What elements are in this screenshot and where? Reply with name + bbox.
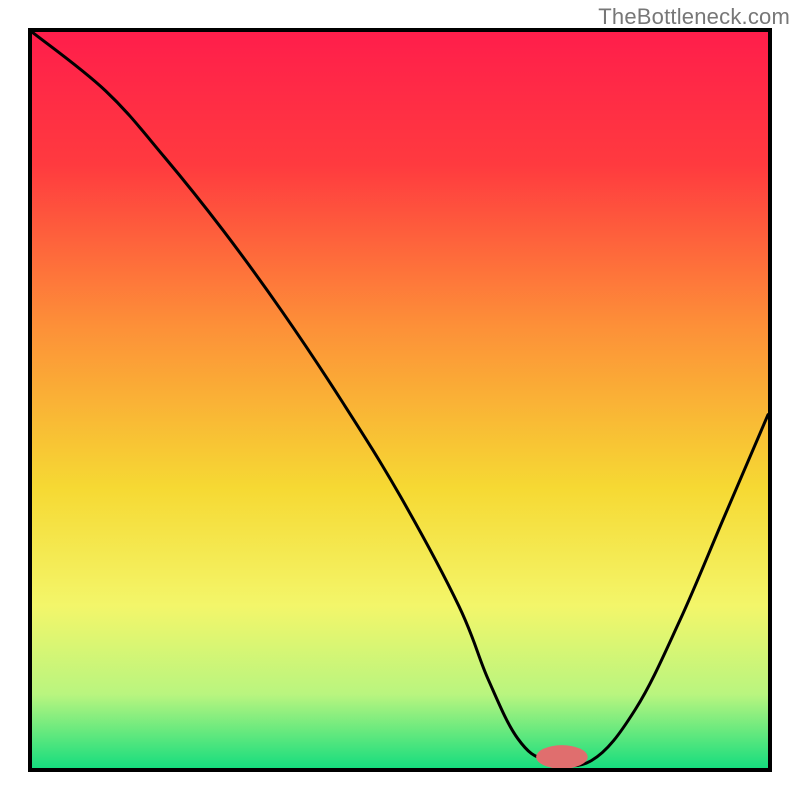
bottleneck-chart (32, 32, 768, 768)
gradient-fill (32, 32, 768, 768)
optimal-marker (536, 745, 588, 768)
chart-frame (28, 28, 772, 772)
watermark-text: TheBottleneck.com (598, 4, 790, 30)
